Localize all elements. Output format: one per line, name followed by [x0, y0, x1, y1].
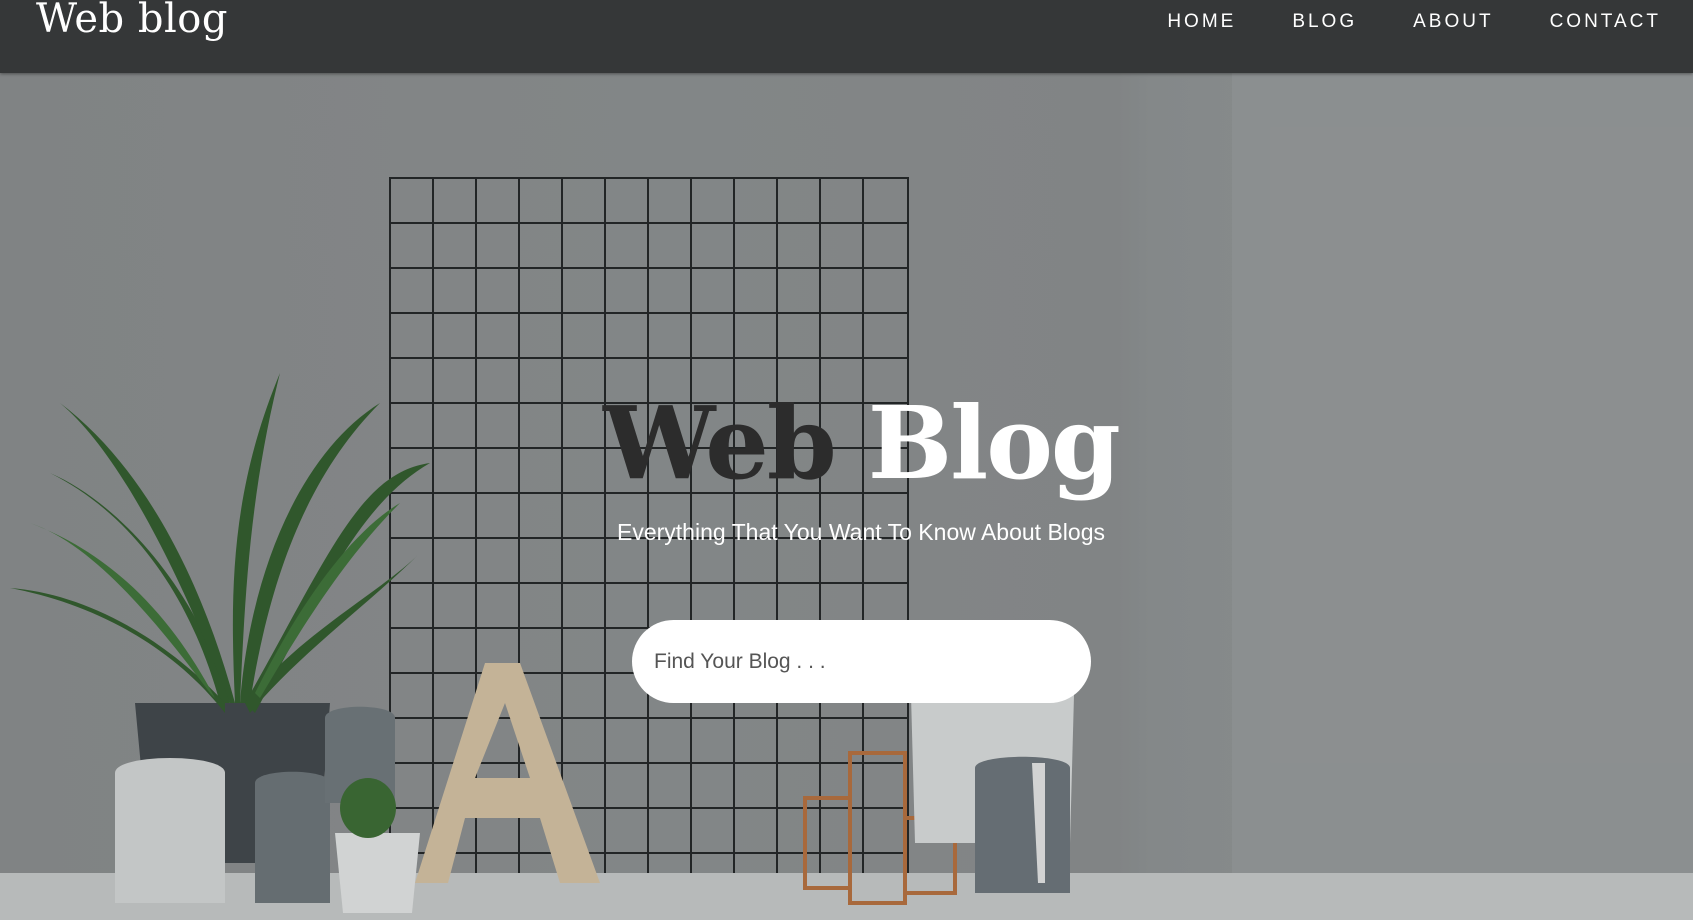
nav-home[interactable]: HOME [1167, 11, 1236, 33]
site-logo[interactable]: Web blog [36, 0, 228, 44]
top-navbar: Web blog HOME BLOG ABOUT CONTACT [0, 0, 1693, 73]
main-nav: HOME BLOG ABOUT CONTACT [1167, 11, 1661, 33]
hero-title-word-web: Web [603, 384, 837, 502]
nav-blog[interactable]: BLOG [1292, 11, 1357, 33]
nav-contact[interactable]: CONTACT [1550, 11, 1661, 33]
hero-title: Web Blog [0, 383, 1693, 503]
nav-about[interactable]: ABOUT [1413, 11, 1493, 33]
blog-search-input[interactable] [632, 620, 1091, 703]
hero-section: Web Blog Everything That You Want To Kno… [0, 73, 1693, 920]
hero-subtitle: Everything That You Want To Know About B… [616, 519, 1105, 545]
hero-title-word-blog: Blog [867, 384, 1121, 502]
